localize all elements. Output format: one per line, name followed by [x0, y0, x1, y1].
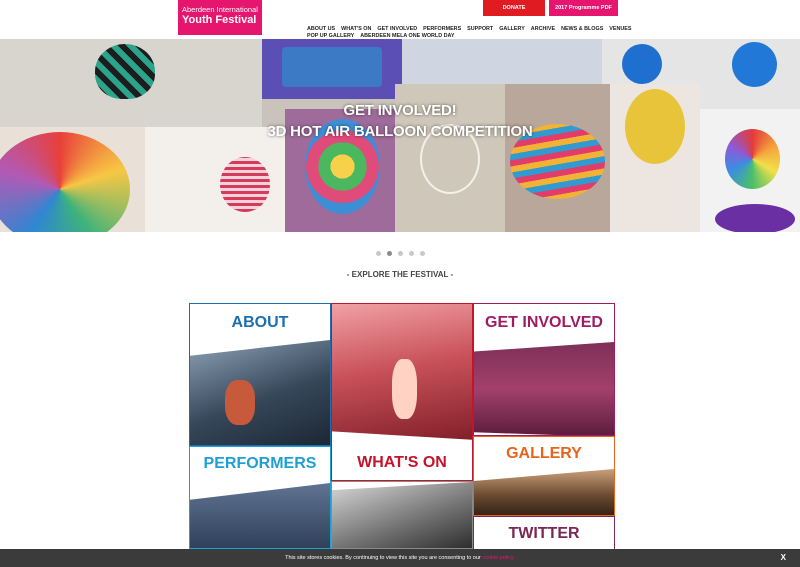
- carousel-dots: [376, 251, 425, 256]
- hero-photo-sign: [262, 39, 402, 99]
- nav-gallery[interactable]: GALLERY: [499, 26, 525, 33]
- tile-gallery-photo: [474, 469, 614, 515]
- hero-photo-cloud: [145, 127, 285, 232]
- cookie-close-icon[interactable]: X: [781, 553, 786, 562]
- tile-get-involved-label: GET INVOLVED: [485, 314, 603, 331]
- carousel-dot-1[interactable]: [376, 251, 381, 256]
- logo-line-2: Youth Festival: [182, 14, 257, 26]
- nav-news-blogs[interactable]: NEWS & BLOGS: [561, 26, 603, 33]
- nav-archive[interactable]: ARCHIVE: [531, 26, 555, 33]
- carousel-dot-2[interactable]: [387, 251, 392, 256]
- site-logo[interactable]: Aberdeen International Youth Festival: [178, 0, 262, 35]
- tile-whats-on-lower-photo: [332, 482, 472, 548]
- tile-twitter[interactable]: TWITTER: [473, 516, 615, 549]
- hero-photo-rainbow-balloon: [0, 127, 145, 232]
- tile-whats-on[interactable]: WHAT'S ON: [331, 303, 473, 481]
- tile-whats-on-photo: [332, 304, 472, 440]
- tile-performers-label: PERFORMERS: [203, 455, 317, 472]
- carousel-dot-5[interactable]: [420, 251, 425, 256]
- nav-performers[interactable]: PERFORMERS: [423, 26, 461, 33]
- hero-photo-balloons-sky: [402, 39, 602, 84]
- nav-support[interactable]: SUPPORT: [467, 26, 493, 33]
- nav-get-involved[interactable]: GET INVOLVED: [377, 26, 417, 33]
- tile-gallery[interactable]: GALLERY: [473, 436, 615, 516]
- main-nav-row-1: ABOUT US WHAT'S ON GET INVOLVED PERFORME…: [307, 26, 631, 33]
- tile-get-involved-photo: [474, 342, 614, 435]
- tile-gallery-label: GALLERY: [506, 445, 582, 462]
- programme-pdf-button[interactable]: 2017 Programme PDF: [549, 0, 618, 16]
- cookie-message-row: This site stores cookies. By continuing …: [0, 555, 800, 561]
- tile-about-photo: [190, 340, 330, 445]
- cookie-bar: This site stores cookies. By continuing …: [0, 549, 800, 567]
- hero-title-line-2: 3D HOT AIR BALLOON COMPETITION: [267, 123, 533, 140]
- nav-about-us[interactable]: ABOUT US: [307, 26, 335, 33]
- carousel-dot-4[interactable]: [409, 251, 414, 256]
- donate-button[interactable]: DONATE: [483, 0, 545, 16]
- tile-twitter-feed[interactable]: [331, 481, 473, 549]
- tile-twitter-label: TWITTER: [508, 525, 580, 542]
- tile-about[interactable]: ABOUT: [189, 303, 331, 446]
- cookie-policy-link[interactable]: cookie policy.: [482, 555, 515, 561]
- logo-line-1: Aberdeen International: [182, 5, 258, 14]
- carousel-dot-3[interactable]: [398, 251, 403, 256]
- tile-performers-photo: [190, 483, 330, 548]
- tile-about-label: ABOUT: [231, 314, 289, 331]
- hero-carousel[interactable]: GET INVOLVED! 3D HOT AIR BALLOON COMPETI…: [0, 39, 800, 232]
- tile-performers[interactable]: PERFORMERS: [189, 446, 331, 549]
- main-nav: ABOUT US WHAT'S ON GET INVOLVED PERFORME…: [307, 26, 631, 40]
- cookie-message: This site stores cookies. By continuing …: [285, 555, 481, 561]
- tile-get-involved[interactable]: GET INVOLVED: [473, 303, 615, 436]
- nav-whats-on[interactable]: WHAT'S ON: [341, 26, 371, 33]
- hero-title-line-1: GET INVOLVED!: [343, 102, 457, 119]
- explore-heading: - EXPLORE THE FESTIVAL -: [346, 270, 454, 279]
- nav-venues[interactable]: VENUES: [609, 26, 631, 33]
- tile-whats-on-label: WHAT'S ON: [357, 454, 447, 471]
